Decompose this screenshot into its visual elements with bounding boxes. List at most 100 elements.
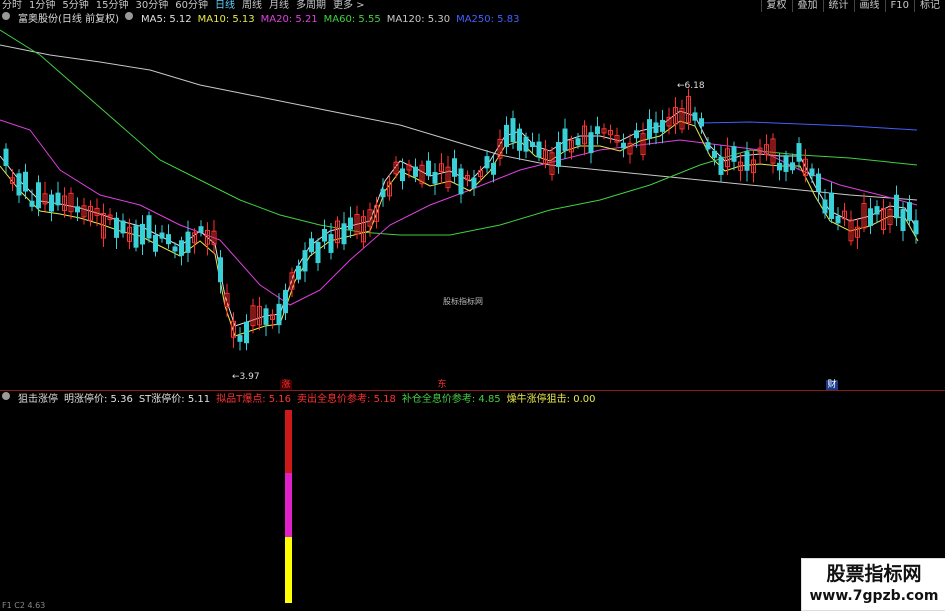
candle-body <box>900 208 906 232</box>
indicator-collapse-icon[interactable] <box>2 392 10 400</box>
candle-body <box>3 148 9 166</box>
ind-items-3: 卖出全息价参考: 5.18 <box>297 394 396 405</box>
candle-body <box>29 200 35 207</box>
candle-body <box>179 240 184 256</box>
candle-body <box>556 142 561 167</box>
signal-bar-red <box>285 410 292 473</box>
candle-body <box>198 226 204 233</box>
candle-body <box>562 128 568 151</box>
ind-items-0: 明涨停价: 5.36 <box>64 394 133 405</box>
candle-body <box>621 142 626 149</box>
candle-body <box>718 156 724 175</box>
candle-body <box>783 155 789 172</box>
candle-body <box>276 303 282 326</box>
candle-body <box>452 158 457 177</box>
candle-body <box>523 136 529 152</box>
candle-body <box>868 208 873 227</box>
candle-body <box>692 112 698 121</box>
candle-body <box>536 141 542 158</box>
candle-body <box>36 182 41 209</box>
candle-body <box>49 194 54 212</box>
candle-body <box>380 189 386 198</box>
candle-body <box>172 246 178 252</box>
candle-body <box>302 250 308 272</box>
candle-body <box>166 234 171 245</box>
candle-body <box>653 122 659 133</box>
candle-body <box>55 192 61 206</box>
candle-body <box>517 128 522 151</box>
candle-body <box>328 234 334 253</box>
candle-body <box>510 118 516 143</box>
candle-body <box>426 160 431 176</box>
candle-body <box>237 335 243 342</box>
candle-body <box>153 234 158 252</box>
candle-body <box>484 156 490 169</box>
ind-items-2: 拟品T爆点: 5.16 <box>216 394 292 405</box>
candle-body <box>829 192 834 220</box>
candle-body <box>647 119 652 139</box>
candle-body <box>23 171 28 192</box>
candle-body <box>413 166 418 177</box>
candle-body <box>816 173 821 192</box>
candle-body <box>822 199 828 214</box>
signal-bar-yellow <box>285 537 292 603</box>
candle-body <box>296 265 301 280</box>
candle-body <box>874 206 880 215</box>
high-price-label: ←6.18 <box>677 81 705 91</box>
candle-body <box>322 228 327 242</box>
candle-body <box>283 289 288 314</box>
candle-body <box>835 215 841 224</box>
candle-body <box>530 142 535 148</box>
candle-body <box>796 143 802 162</box>
candle-body <box>120 220 126 234</box>
ind-items-5: 燥牛涨停狙击: 0.00 <box>506 394 596 405</box>
panel-divider <box>0 390 945 391</box>
candle-body <box>894 194 899 219</box>
candle-body <box>218 257 223 283</box>
candle-body <box>712 150 717 158</box>
candle-body <box>146 215 152 239</box>
ma5-line <box>0 110 919 327</box>
ma250-line <box>699 121 918 131</box>
candle-body <box>315 242 321 264</box>
candle-body <box>705 142 711 150</box>
low-price-label: ←3.97 <box>232 372 260 382</box>
candle-body <box>634 130 639 139</box>
watermark-url: www.7gpzb.com <box>809 588 939 604</box>
candle-body <box>731 146 737 162</box>
indicator-legend: 狙击涨停 明涨停价: 5.36 ST涨停价: 5.11 拟品T爆点: 5.16 卖出全… <box>0 392 596 407</box>
candle-body <box>458 168 464 195</box>
site-watermark: 股票指标网 www.7gpzb.com <box>801 558 945 611</box>
candle-body <box>140 223 145 245</box>
indicator-name[interactable]: 狙击涨停 <box>18 393 58 407</box>
candle-body <box>400 168 405 182</box>
candle-body <box>309 238 314 253</box>
candle-body <box>491 162 496 175</box>
candle-body <box>185 231 191 253</box>
candle-body <box>348 217 353 230</box>
candle-body <box>907 202 912 221</box>
candle-body <box>809 168 815 177</box>
candle-body <box>660 119 665 132</box>
candle-body <box>913 220 919 235</box>
candle-body <box>114 217 119 238</box>
ind-items-1: ST涨停价: 5.11 <box>138 394 211 405</box>
candle-body <box>432 172 438 184</box>
candle-body <box>595 126 600 135</box>
candle-body <box>588 132 594 154</box>
candle-body <box>744 151 750 171</box>
signal-bar-magenta <box>285 473 292 537</box>
candle-body <box>159 232 165 239</box>
candle-body <box>133 225 139 248</box>
ma20-line <box>0 119 918 306</box>
candle-body <box>504 124 509 148</box>
candle-body <box>341 223 347 245</box>
candle-body <box>471 177 477 189</box>
candle-body <box>777 162 782 171</box>
candle-body <box>575 138 581 146</box>
candle-body <box>790 162 795 171</box>
indicator-items: 明涨停价: 5.36 ST涨停价: 5.11 拟品T爆点: 5.16 卖出全息价参考:… <box>64 393 596 407</box>
candle-body <box>75 206 80 213</box>
center-watermark: 股标指标网 <box>443 297 483 306</box>
ind-items-4: 补仓全息价参考: 4.85 <box>401 394 501 405</box>
